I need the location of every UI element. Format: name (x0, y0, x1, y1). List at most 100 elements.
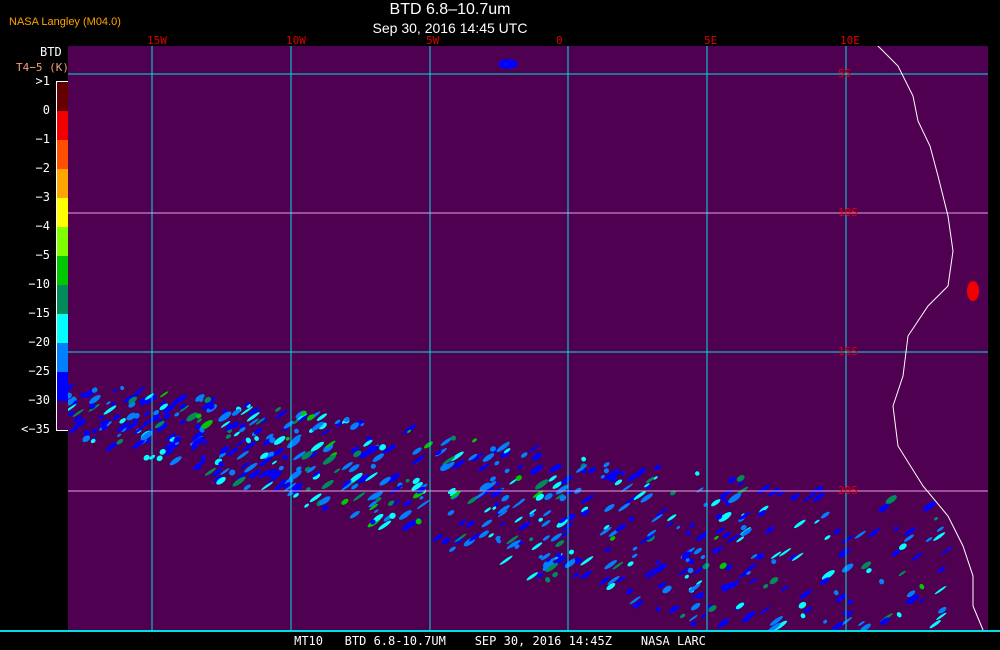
cloud-patch (898, 570, 906, 577)
cloud-patch (728, 476, 736, 484)
cloud-patch (304, 503, 310, 508)
cloud-patch (488, 533, 494, 538)
longitude-label: 15W (147, 34, 167, 47)
colorbar-unit: T4−5 (K) (16, 61, 69, 74)
cloud-patch (498, 59, 518, 69)
colorbar-label: >1 (35, 74, 50, 88)
cloud-patch (117, 433, 122, 437)
cloud-patch (450, 435, 456, 441)
cloud-patch (275, 407, 282, 412)
cloud-patch (143, 420, 149, 426)
cloud-patch (481, 519, 492, 528)
cloud-patch (581, 456, 587, 462)
coastline (877, 46, 984, 630)
cloud-patch (936, 526, 944, 532)
cloud-patch (499, 555, 513, 565)
cloud-patch (515, 475, 522, 481)
cloud-patch (531, 542, 543, 551)
cloud-patch (466, 520, 475, 528)
cloud-patch (933, 532, 946, 541)
cloud-patch (91, 428, 98, 434)
cloud-patch (878, 578, 885, 585)
cloud-patch (545, 577, 551, 583)
cloud-patch (696, 487, 704, 493)
cloud-patch (447, 510, 455, 516)
cloud-patch (700, 555, 706, 560)
cloud-patch (517, 464, 523, 470)
cloud-patch (544, 493, 553, 501)
cloud-patch (322, 454, 336, 465)
colorbar-label: −30 (28, 393, 50, 407)
cloud-patch (432, 533, 444, 542)
cloud-patch (494, 502, 499, 507)
cloud-patch (555, 540, 565, 548)
cloud-patch (689, 522, 696, 528)
longitude-label: 0 (556, 34, 563, 47)
cloud-patch (937, 566, 946, 573)
cloud-patch (229, 469, 236, 476)
cloud-patch (542, 535, 550, 541)
cloud-patch (632, 546, 638, 551)
cloud-patch (934, 516, 938, 521)
cloud-patch (588, 467, 596, 474)
cloud-patch (528, 444, 540, 453)
cloud-patch (833, 590, 839, 596)
cloud-patch (529, 537, 534, 542)
cloud-patch (530, 464, 543, 475)
cloud-patch (780, 585, 789, 592)
cloud-patch (288, 470, 302, 481)
cloud-patch (728, 493, 742, 504)
cloud-patch (333, 468, 341, 474)
cloud-patch (722, 531, 731, 539)
cloud-patch (799, 589, 813, 600)
cloud-patch (441, 537, 450, 545)
cloud-patch (604, 547, 611, 553)
cloud-patch (713, 535, 719, 540)
cloud-patch (715, 527, 725, 535)
cloud-patch (800, 613, 806, 619)
image-title: BTD 6.8–10.7um (389, 1, 511, 18)
cloud-patch (412, 447, 422, 455)
convective-cell (967, 281, 979, 301)
colorbar-label: −10 (28, 277, 50, 291)
cloud-patch (798, 601, 807, 609)
cloud-patch (403, 424, 417, 435)
cloud-patch (670, 490, 677, 496)
cloud-patch (385, 444, 396, 452)
cloud-patch (700, 613, 707, 618)
cloud-patch (143, 454, 150, 461)
cloud-patch (520, 452, 528, 458)
cloud-patch (667, 521, 674, 527)
cloud-patch (398, 510, 412, 520)
cloud-patch (568, 549, 575, 555)
colorbar-label: −1 (35, 132, 50, 146)
satellite-map (68, 46, 988, 630)
cloud-patch (449, 546, 456, 552)
cloud-patch (655, 560, 661, 565)
cloud-patch (580, 570, 592, 579)
cloud-patch (494, 461, 500, 466)
colorbar-label: −2 (35, 161, 50, 175)
cloud-patch (820, 511, 830, 519)
cloud-patch (838, 548, 850, 558)
cloud-patch (353, 492, 366, 501)
cloud-patch (403, 500, 412, 507)
cloud-patch (696, 592, 705, 599)
cloud-patch (685, 530, 691, 536)
cloud-patch (144, 411, 150, 416)
cloud-patch (548, 475, 557, 482)
cloud-patch (499, 522, 506, 527)
longitude-label: 10E (840, 34, 860, 47)
latitude-label: 5S (838, 67, 852, 80)
cloud-patch (401, 520, 416, 531)
cloud-patch (321, 429, 331, 436)
cloud-patch (285, 437, 290, 441)
cloud-patch (514, 516, 523, 523)
image-timestamp: Sep 30, 2016 14:45 UTC (372, 20, 528, 36)
cloud-patch (866, 568, 872, 574)
cloud-patch (271, 460, 277, 465)
cloud-patch (509, 479, 517, 485)
colorbar-label: −15 (28, 306, 50, 320)
cloud-patch (841, 563, 854, 573)
cloud-patch (169, 456, 182, 466)
